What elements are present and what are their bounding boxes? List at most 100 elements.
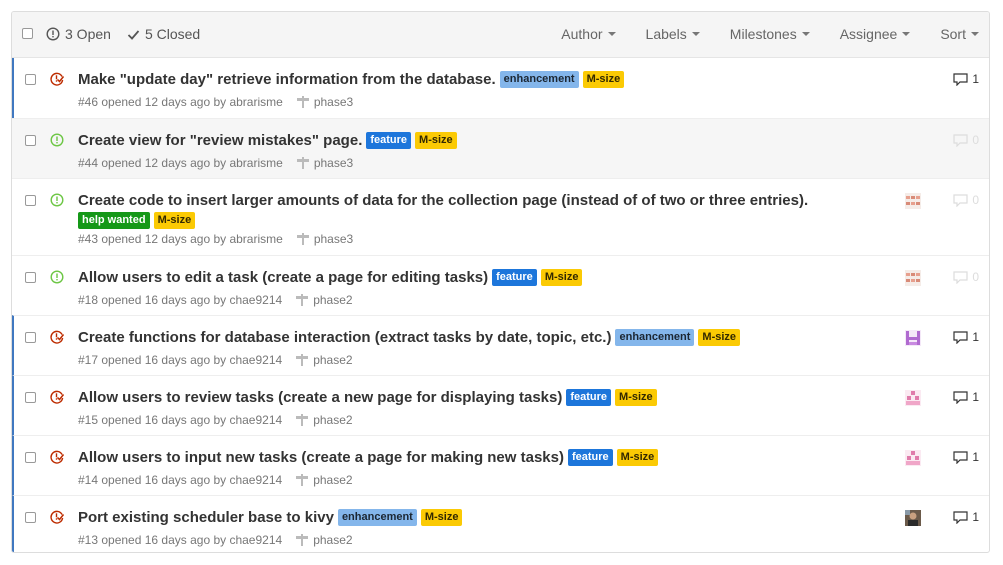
issue-row[interactable]: Allow users to edit a task (create a pag… — [12, 255, 989, 315]
comments-link[interactable]: 1 — [953, 510, 979, 524]
comments-link[interactable]: 0 — [953, 133, 979, 147]
comments-link[interactable]: 0 — [953, 193, 979, 207]
m-size-label[interactable]: M-size — [615, 389, 657, 406]
issue-row[interactable]: Make "update day" retrieve information f… — [12, 58, 989, 118]
milestone-link[interactable]: phase2 — [296, 473, 353, 487]
m-size-label[interactable]: M-size — [420, 509, 463, 526]
enhancement-label[interactable]: enhancement — [615, 329, 695, 346]
assignee-avatar[interactable] — [905, 450, 921, 466]
issue-closed-icon — [50, 72, 65, 86]
milestone-icon — [296, 534, 309, 546]
m-size-label[interactable]: M-size — [582, 71, 625, 88]
issue-opened-icon — [50, 193, 64, 207]
issue-checkbox[interactable] — [25, 272, 36, 283]
comments-link[interactable]: 1 — [953, 330, 979, 344]
chevron-down-icon — [902, 32, 911, 36]
m-size-label[interactable]: M-size — [153, 212, 196, 229]
issue-checkbox[interactable] — [25, 195, 36, 206]
issue-checkbox[interactable] — [25, 74, 36, 85]
issue-title-line: Create functions for database interactio… — [78, 329, 869, 347]
assignee-avatar[interactable] — [905, 270, 921, 286]
issue-title-line: Port existing scheduler base to kivy enha… — [78, 509, 869, 527]
milestone-link[interactable]: phase2 — [296, 413, 353, 427]
issue-title-link[interactable]: Create view for "review mistakes" page. — [78, 132, 362, 149]
issue-content: Create functions for database interactio… — [78, 329, 869, 367]
assignee-avatar[interactable] — [905, 510, 921, 526]
issue-opened-info: #14 opened 16 days ago by chae9214 — [78, 473, 283, 487]
issue-checkbox[interactable] — [25, 512, 36, 523]
issue-content: Allow users to input new tasks (create a… — [78, 449, 869, 487]
issue-checkbox[interactable] — [25, 332, 36, 343]
issue-row[interactable]: Create code to insert larger amounts of … — [12, 178, 989, 255]
issue-row[interactable]: Port existing scheduler base to kivy enha… — [12, 495, 989, 552]
feature-label[interactable]: feature — [366, 132, 412, 149]
labels-filter[interactable]: Labels — [646, 26, 700, 42]
chevron-down-icon — [691, 32, 700, 36]
chevron-down-icon — [971, 32, 979, 36]
comment-icon — [953, 270, 968, 284]
milestone-link[interactable]: phase2 — [296, 293, 353, 307]
comment-icon — [953, 133, 968, 147]
comment-count: 0 — [972, 133, 979, 147]
issue-row[interactable]: Create functions for database interactio… — [12, 315, 989, 375]
milestone-link[interactable]: phase3 — [296, 95, 353, 109]
comments-link[interactable]: 1 — [953, 72, 979, 86]
issue-opened-icon — [46, 27, 60, 41]
issue-content: Create view for "review mistakes" page. f… — [78, 132, 869, 170]
open-count-label: 3 Open — [65, 26, 111, 42]
issue-checkbox[interactable] — [25, 392, 36, 403]
comment-icon — [953, 193, 968, 207]
issue-closed-icon — [50, 330, 65, 344]
issue-title-link[interactable]: Make "update day" retrieve information f… — [78, 71, 496, 88]
issue-checkbox[interactable] — [25, 452, 36, 463]
comment-count: 1 — [972, 330, 979, 344]
milestones-filter[interactable]: Milestones — [730, 26, 810, 42]
help-wanted-label[interactable]: help wanted — [78, 212, 150, 229]
m-size-label[interactable]: M-size — [616, 449, 659, 466]
milestone-link[interactable]: phase2 — [296, 533, 353, 547]
issue-title-link[interactable]: Allow users to edit a task (create a pag… — [78, 269, 488, 286]
comments-link[interactable]: 1 — [953, 390, 979, 404]
issue-row[interactable]: Create view for "review mistakes" page. f… — [12, 118, 989, 178]
feature-label[interactable]: feature — [567, 449, 613, 466]
assignee-filter[interactable]: Assignee — [840, 26, 911, 42]
issue-meta: #46 opened 12 days ago by abrarisme phase… — [78, 95, 869, 109]
issue-title-link[interactable]: Allow users to review tasks (create a ne… — [78, 389, 562, 406]
m-size-label[interactable]: M-size — [698, 329, 741, 346]
feature-label[interactable]: feature — [566, 389, 612, 406]
issue-title-link[interactable]: Create code to insert larger amounts of … — [78, 192, 808, 209]
issue-title-link[interactable]: Port existing scheduler base to kivy — [78, 509, 334, 526]
comments-link[interactable]: 0 — [953, 270, 979, 284]
enhancement-label[interactable]: enhancement — [337, 509, 417, 526]
enhancement-label[interactable]: enhancement — [499, 71, 579, 88]
issue-opened-info: #13 opened 16 days ago by chae9214 — [78, 533, 283, 547]
sort-filter[interactable]: Sort — [940, 26, 979, 42]
issue-opened-icon — [50, 270, 64, 284]
issue-meta: #14 opened 16 days ago by chae9214 phase2 — [78, 473, 869, 487]
issue-title-link[interactable]: Create functions for database interactio… — [78, 329, 611, 346]
milestone-link[interactable]: phase3 — [296, 232, 353, 246]
issue-opened-info: #44 opened 12 days ago by abrarisme — [78, 156, 283, 170]
feature-label[interactable]: feature — [492, 269, 537, 286]
m-size-label[interactable]: M-size — [415, 132, 457, 149]
closed-issues-toggle[interactable]: 5 Closed — [127, 26, 200, 42]
open-issues-toggle[interactable]: 3 Open — [46, 26, 111, 42]
issue-title-link[interactable]: Allow users to input new tasks (create a… — [78, 449, 564, 466]
comments-link[interactable]: 1 — [953, 450, 979, 464]
milestone-icon — [296, 96, 309, 108]
milestone-icon — [296, 474, 309, 486]
select-all-checkbox[interactable] — [22, 28, 33, 39]
comment-icon — [953, 330, 968, 344]
issue-opened-info: #18 opened 16 days ago by chae9214 — [78, 293, 283, 307]
author-filter[interactable]: Author — [561, 26, 616, 42]
assignee-avatar[interactable] — [905, 193, 921, 209]
assignee-avatar[interactable] — [905, 330, 921, 346]
issue-row[interactable]: Allow users to review tasks (create a ne… — [12, 375, 989, 435]
milestone-link[interactable]: phase2 — [296, 353, 353, 367]
issue-checkbox[interactable] — [25, 135, 36, 146]
assignee-avatar[interactable] — [905, 390, 921, 406]
issue-row[interactable]: Allow users to input new tasks (create a… — [12, 435, 989, 495]
milestone-link[interactable]: phase3 — [296, 156, 353, 170]
m-size-label[interactable]: M-size — [540, 269, 583, 286]
issue-meta: #44 opened 12 days ago by abrarisme phase… — [78, 156, 869, 170]
